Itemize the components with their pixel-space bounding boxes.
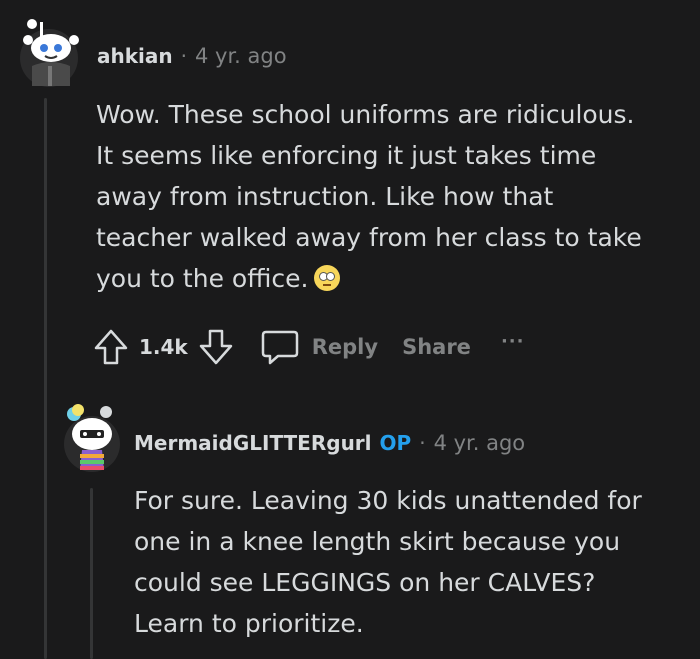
comment-body: Wow. These school uniforms are ridiculou… [96, 94, 642, 299]
comment-line-last: you to the office. [96, 258, 642, 299]
timestamp[interactable]: 4 yr. ago [434, 431, 526, 455]
separator-dot: · [419, 431, 426, 455]
comment-line: away from instruction. Like how that [96, 182, 554, 211]
more-options-button[interactable]: ··· [501, 331, 525, 352]
separator-dot: · [180, 44, 187, 68]
comment-line: For sure. Leaving 30 kids unattended for [134, 486, 642, 515]
comment-line: you to the office. [96, 264, 309, 293]
op-badge: OP [379, 431, 412, 455]
avatar[interactable] [18, 14, 80, 90]
avatar[interactable] [62, 400, 126, 474]
comment-line: Wow. These school uniforms are ridiculou… [96, 100, 635, 129]
thread-line[interactable] [44, 98, 47, 659]
downvote-button[interactable] [198, 328, 234, 366]
comment-line: teacher walked away from her class to ta… [96, 223, 642, 252]
comment-line: could see LEGGINGS on her CALVES? [134, 568, 596, 597]
reply-thread-line[interactable] [90, 488, 93, 659]
username[interactable]: MermaidGLITTERgurl [134, 431, 372, 455]
comment-line: It seems like enforcing it just takes ti… [96, 141, 597, 170]
comment-meta: ahkian · 4 yr. ago [97, 44, 287, 68]
timestamp[interactable]: 4 yr. ago [195, 44, 287, 68]
username[interactable]: ahkian [97, 44, 173, 68]
comment-meta: MermaidGLITTERgurl OP · 4 yr. ago [134, 431, 525, 455]
arrow-down-icon [199, 329, 232, 365]
comment-line: Learn to prioritize. [134, 609, 364, 638]
reply-button[interactable]: Reply [260, 328, 378, 366]
comment-body: For sure. Leaving 30 kids unattended for… [134, 480, 642, 644]
upvote-button[interactable] [93, 328, 129, 366]
arrow-up-icon [94, 329, 128, 365]
reply-label: Reply [311, 335, 379, 359]
comment-bubble-icon [261, 330, 298, 365]
comment-actions: 1.4k Reply Share ··· [93, 328, 524, 366]
comment-line: one in a knee length skirt because you [134, 527, 621, 556]
rolling-eyes-emoji-icon [314, 265, 341, 291]
share-button[interactable]: Share [402, 335, 471, 359]
vote-count: 1.4k [139, 335, 188, 359]
